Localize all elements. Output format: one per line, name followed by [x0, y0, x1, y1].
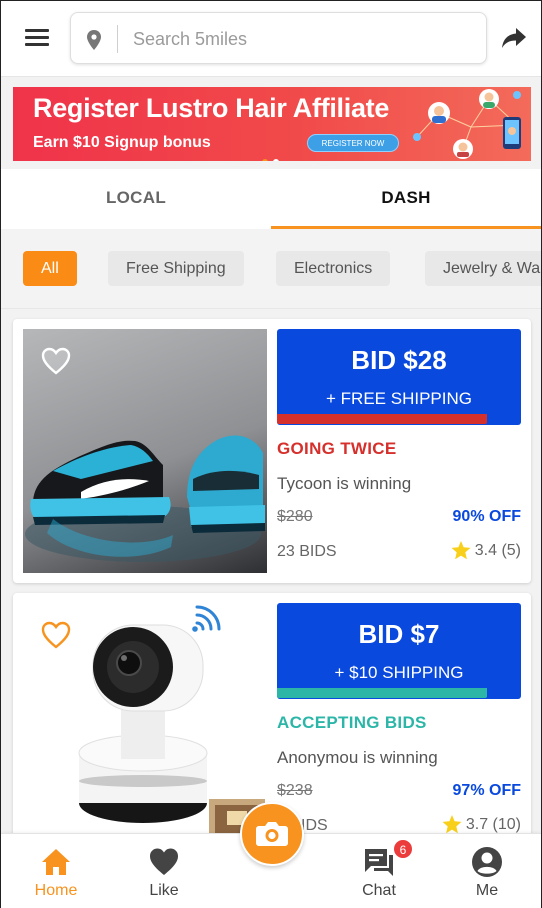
tab-dash[interactable]: DASH: [271, 169, 541, 229]
nav-chat-label: Chat: [362, 882, 396, 899]
original-price: $238: [277, 782, 313, 799]
auction-status: ACCEPTING BIDS: [277, 713, 427, 732]
location-pin-icon[interactable]: [85, 29, 103, 51]
listing-card[interactable]: BID $28 + FREE SHIPPING GOING TWICE Tyco…: [13, 319, 531, 583]
heart-icon[interactable]: [41, 347, 71, 375]
bid-price: BID $7: [358, 619, 440, 649]
promo-banner[interactable]: Register Lustro Hair Affiliate Earn $10 …: [13, 87, 531, 161]
seller-rating: 3.7 (10): [442, 815, 521, 834]
carousel-dots: [262, 152, 284, 161]
banner-subtitle: Earn $10 Signup bonus: [33, 134, 211, 151]
banner-register-button[interactable]: REGISTER NOW: [307, 134, 399, 152]
seller-rating: 3.4 (5): [451, 541, 521, 560]
bid-button[interactable]: BID $28 + FREE SHIPPING: [277, 329, 521, 425]
tab-local[interactable]: LOCAL: [1, 169, 271, 229]
auction-progress-bar: [277, 688, 487, 698]
heart-icon: [150, 848, 178, 875]
tab-bar: LOCAL DASH: [1, 169, 541, 229]
filter-jewelry[interactable]: Jewelry & Wa: [425, 251, 541, 286]
chat-icon: [365, 849, 393, 876]
shipping-label: + $10 SHIPPING: [334, 663, 464, 682]
search-divider: [117, 25, 118, 53]
nav-chat[interactable]: Chat: [329, 834, 429, 908]
nav-home-label: Home: [34, 882, 78, 899]
share-arrow-icon[interactable]: [500, 25, 528, 51]
auction-status: GOING TWICE: [277, 439, 397, 458]
user-icon: [472, 847, 502, 877]
search-box[interactable]: [70, 12, 487, 64]
sell-camera-button[interactable]: [240, 802, 304, 866]
bid-button[interactable]: BID $7 + $10 SHIPPING: [277, 603, 521, 699]
star-icon: [451, 541, 471, 560]
rating-value: 3.7 (10): [465, 815, 521, 833]
heart-icon[interactable]: [41, 621, 71, 649]
filter-free-shipping[interactable]: Free Shipping: [108, 251, 244, 286]
auction-progress-bar: [277, 414, 487, 424]
winner-text: Anonymou is winning: [277, 748, 438, 767]
nav-me-label: Me: [475, 882, 499, 899]
star-icon: [442, 815, 462, 834]
network-illustration: [413, 89, 521, 159]
winner-text: Tycoon is winning: [277, 474, 412, 493]
menu-icon[interactable]: [25, 28, 51, 48]
top-bar: [1, 1, 541, 77]
nav-home[interactable]: Home: [6, 834, 106, 908]
filter-electronics[interactable]: Electronics: [276, 251, 391, 286]
shipping-label: + FREE SHIPPING: [326, 389, 472, 408]
nav-like[interactable]: Like: [114, 834, 214, 908]
camera-icon: [256, 822, 288, 846]
search-input[interactable]: [133, 23, 463, 55]
original-price: $280: [277, 508, 313, 525]
chat-unread-badge: 6: [393, 839, 413, 859]
banner-title: Register Lustro Hair Affiliate: [33, 93, 390, 123]
bid-price: BID $28: [351, 345, 447, 375]
carousel-dot: [262, 159, 268, 161]
filter-all[interactable]: All: [23, 251, 77, 286]
rating-value: 3.4 (5): [474, 541, 521, 559]
product-image[interactable]: [23, 329, 267, 573]
discount-label: 97% OFF: [452, 782, 521, 799]
carousel-dot: [273, 159, 279, 161]
filter-chips: All Free Shipping Electronics Jewelry & …: [1, 229, 541, 309]
home-icon: [42, 849, 70, 875]
discount-label: 90% OFF: [452, 508, 521, 525]
product-image[interactable]: [23, 603, 267, 847]
nav-me[interactable]: Me: [437, 834, 537, 908]
bid-count: 23 BIDS: [277, 543, 337, 560]
nav-like-label: Like: [149, 882, 179, 899]
